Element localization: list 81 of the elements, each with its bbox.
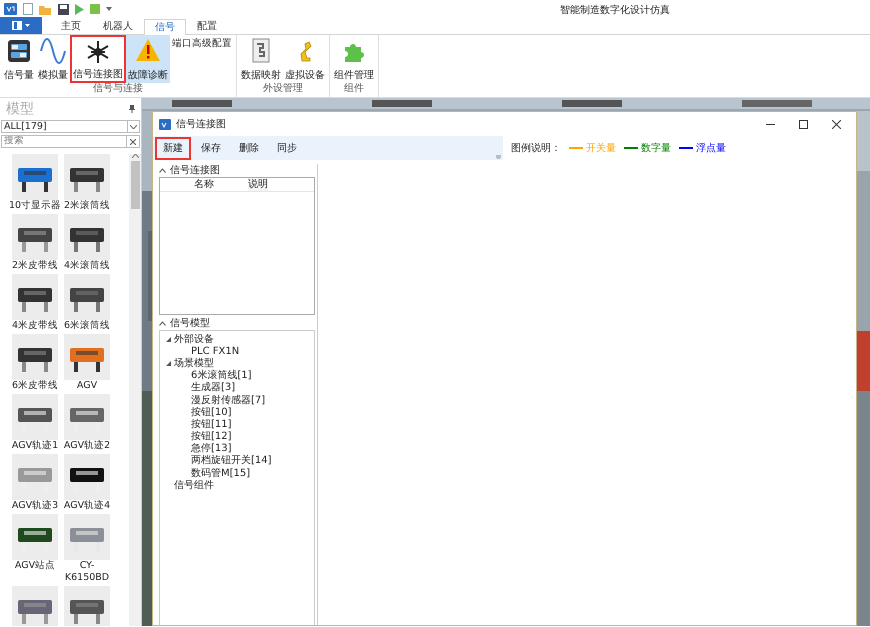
category-dropdown[interactable]: ALL[179]	[1, 120, 140, 133]
maximize-icon	[798, 120, 808, 128]
app-logo-icon[interactable]	[4, 3, 17, 15]
model-label: 2米皮带线	[10, 260, 60, 272]
tree-item[interactable]: 按钮[11]	[160, 418, 314, 430]
chevron-down-icon	[130, 124, 137, 128]
toolbar-button[interactable]: 保存	[193, 136, 229, 160]
model-label: AGV轨迹1	[10, 440, 60, 452]
ribbon-tab[interactable]: 主页	[50, 18, 92, 34]
tree-item[interactable]: PLC FX1N	[160, 345, 314, 358]
model-label: 4米滚筒线	[62, 260, 112, 272]
model-label: 6米皮带线	[10, 380, 60, 392]
model-label: CY-K6150BD	[64, 560, 110, 584]
network-icon	[85, 38, 111, 65]
tree-item[interactable]: 按钮[10]	[160, 406, 314, 418]
ribbon-button[interactable]: 虚拟设备	[283, 35, 327, 83]
ribbon-button[interactable]: 信号连接图	[70, 35, 126, 83]
dialog-title: 信号连接图	[176, 118, 226, 132]
legend-item: 数字量	[641, 142, 671, 156]
model-label: 10寸显示器	[8, 200, 62, 212]
panel-title: 模型	[6, 100, 34, 118]
scrollbar-thumb[interactable]	[130, 161, 140, 209]
panel-icon	[12, 21, 30, 30]
file-menu-button[interactable]	[0, 17, 42, 34]
ribbon-button[interactable]: 信号量	[2, 35, 36, 83]
tree-item[interactable]: 两档旋钮开关[14]	[160, 454, 314, 468]
section-title: 信号连接图	[170, 164, 220, 178]
tree-item[interactable]: 急停[13]	[160, 442, 314, 455]
model-label: AGV轨迹2	[62, 440, 112, 452]
section-title: 信号模型	[170, 316, 210, 331]
ribbon-tab[interactable]: 配置	[186, 18, 228, 34]
legend-item: 开关量	[586, 142, 616, 156]
legend-item: 浮点量	[696, 142, 726, 156]
save-icon[interactable]	[58, 4, 69, 14]
group-label: 信号与连接	[92, 83, 144, 96]
ribbon-button[interactable]: 故障诊断	[126, 35, 170, 83]
ribbon-button[interactable]: 组件管理	[332, 35, 376, 83]
legend-label: 图例说明：	[511, 142, 561, 156]
toolbar-button[interactable]: 同步	[269, 136, 305, 160]
model-label: AGV轨迹3	[10, 500, 60, 512]
clear-button[interactable]	[127, 135, 140, 148]
tree-item[interactable]: 数码管M[15]	[160, 467, 314, 480]
close-icon	[832, 120, 840, 128]
tree-item[interactable]: 6米滚筒线[1]	[160, 370, 314, 382]
model-label: 6米滚筒线	[62, 320, 112, 332]
clear-icon	[130, 138, 136, 144]
pin-icon[interactable]	[129, 105, 135, 113]
ribbon-button[interactable]: 端口高级配置	[170, 35, 234, 54]
tree-item[interactable]: 漫反射传感器[7]	[160, 394, 314, 406]
model-label: AGV站点	[14, 560, 56, 572]
toolbar-button[interactable]: 删除	[231, 136, 267, 160]
ribbon-tab[interactable]: 机器人	[92, 18, 144, 34]
dropdown-icon[interactable]	[106, 7, 112, 11]
warning-icon	[135, 37, 161, 64]
app-logo-icon	[159, 118, 171, 130]
scroll-up-icon[interactable]	[132, 154, 138, 158]
tree-item[interactable]: 外部设备	[174, 332, 214, 347]
toolbar-button[interactable]: 新建	[155, 136, 191, 160]
group-label: 外设管理	[262, 83, 304, 96]
column-header: 说明	[248, 178, 268, 191]
switch-icon	[6, 37, 32, 64]
model-label: 2米滚筒线	[62, 200, 112, 212]
tree-item[interactable]: 场景模型	[174, 356, 214, 371]
model-label: 4米皮带线	[10, 320, 60, 332]
expand-icon[interactable]	[166, 360, 171, 366]
model-label: AGV	[76, 380, 98, 392]
collapse-icon[interactable]	[159, 168, 166, 173]
column-header: 名称	[193, 178, 215, 191]
collapse-icon[interactable]	[159, 321, 166, 326]
ribbon-tab[interactable]: 信号	[144, 19, 186, 35]
sine-wave-icon	[40, 37, 66, 64]
ribbon-button[interactable]: 模拟量	[36, 35, 70, 83]
tree-item[interactable]: 信号组件	[174, 478, 214, 493]
expand-icon[interactable]	[166, 336, 171, 342]
window-title: 智能制造数字化设计仿真	[560, 4, 670, 18]
model-label: AGV轨迹4	[62, 500, 112, 512]
tree-item[interactable]: 按钮[12]	[160, 430, 314, 443]
grip-icon[interactable]	[496, 155, 501, 159]
tree-item[interactable]: 生成器[3]	[160, 382, 314, 394]
ribbon-button[interactable]: 数据映射	[239, 35, 283, 83]
group-label: 组件	[343, 83, 365, 96]
